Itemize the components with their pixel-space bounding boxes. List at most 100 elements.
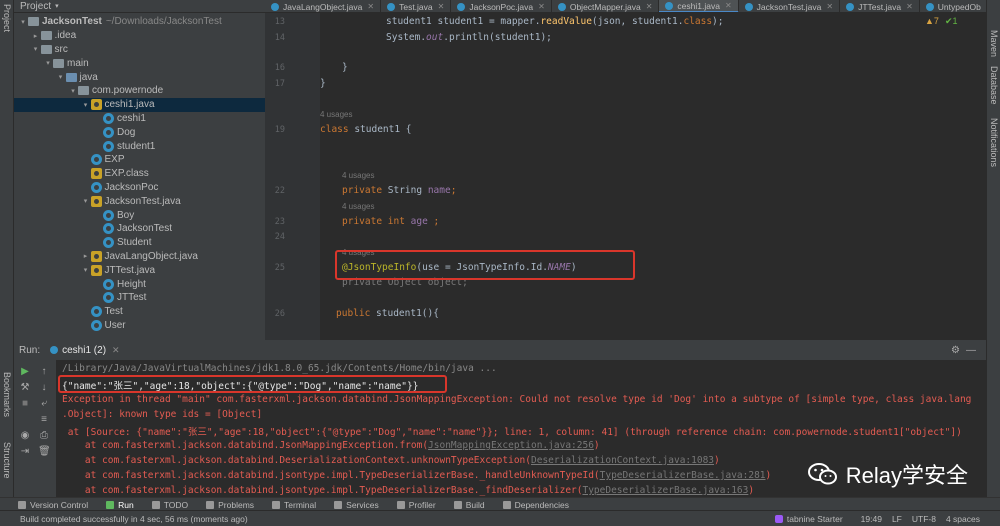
inspection-checks[interactable]: ✔1 — [945, 16, 958, 27]
inspection-warnings[interactable]: ▲7 — [925, 16, 939, 26]
close-icon[interactable]: ✕ — [112, 345, 120, 356]
tree-item[interactable]: ▾ src — [14, 43, 265, 57]
stack-trace-link[interactable]: JsonMappingException.java:256 — [428, 440, 594, 451]
expand-arrow-icon[interactable]: ▾ — [43, 59, 53, 67]
editor-tab[interactable]: ceshi1.java ✕ — [659, 0, 739, 12]
soft-wrap-icon[interactable]: ⤶ — [38, 398, 50, 410]
stack-trace-link[interactable]: DeserializationContext.java:1083 — [531, 455, 714, 466]
tree-item[interactable]: User — [14, 319, 265, 333]
tree-item[interactable]: EXP — [14, 153, 265, 167]
tree-item[interactable]: Boy — [14, 208, 265, 222]
notifications-tool-button[interactable]: Notifications — [989, 118, 999, 167]
editor-tab[interactable]: UntypedOb✕ — [920, 0, 986, 12]
tree-item[interactable]: ▾ java — [14, 70, 265, 84]
close-icon[interactable]: ✕ — [646, 2, 653, 11]
close-icon[interactable]: ✕ — [538, 2, 545, 11]
bottom-tool-tab[interactable]: Dependencies — [502, 500, 569, 510]
chevron-down-icon[interactable]: ▾ — [55, 2, 59, 10]
minimize-icon[interactable]: — — [966, 345, 976, 356]
tree-item[interactable]: student1 — [14, 139, 265, 153]
tree-item-label: JTTest — [117, 292, 147, 304]
close-icon[interactable]: ✕ — [725, 1, 732, 10]
tree-item[interactable]: Height — [14, 277, 265, 291]
expand-arrow-icon[interactable]: ▾ — [18, 18, 28, 26]
close-icon[interactable]: ✕ — [367, 2, 374, 11]
tree-item[interactable]: ▾ ceshi1.java — [14, 97, 265, 112]
editor-tab[interactable]: JacksonPoc.java ✕ — [451, 0, 552, 12]
usages-hint[interactable]: 4 usages — [342, 171, 374, 180]
line-separator[interactable]: LF — [892, 514, 902, 524]
close-icon[interactable]: ✕ — [438, 2, 445, 11]
tabnine-status[interactable]: tabnine Starter — [774, 514, 843, 524]
tree-item[interactable]: Test — [14, 305, 265, 319]
bottom-tool-tab[interactable]: Services — [334, 500, 379, 510]
class-icon — [271, 2, 279, 11]
print-icon[interactable]: ⎙ — [38, 430, 50, 442]
bottom-tool-tab[interactable]: TODO — [151, 500, 188, 510]
status-message[interactable]: Build completed successfully in 4 sec, 5… — [20, 514, 248, 524]
down-arrow-icon[interactable]: ↓ — [38, 382, 50, 394]
tree-item[interactable]: JacksonPoc — [14, 181, 265, 195]
structure-tool-button[interactable]: Structure — [2, 442, 12, 479]
tree-item[interactable]: ▾ JacksonTest ~/Downloads/JacksonTest — [14, 15, 265, 29]
stack-trace-link[interactable]: TypeDeserializerBase.java:281 — [600, 470, 766, 481]
expand-arrow-icon[interactable]: ▾ — [81, 101, 91, 109]
exit-icon[interactable]: ⇥ — [19, 446, 31, 458]
gear-icon[interactable]: ⚙ — [951, 345, 960, 356]
expand-arrow-icon[interactable]: ▾ — [81, 197, 91, 205]
tree-item[interactable]: ▸ .idea — [14, 29, 265, 43]
up-arrow-icon[interactable]: ↑ — [38, 366, 50, 378]
bottom-tool-tab[interactable]: Run — [106, 500, 134, 510]
rerun-icon[interactable]: ▶ — [19, 366, 31, 378]
bottom-tool-tab[interactable]: Terminal — [272, 500, 316, 510]
expand-arrow-icon[interactable]: ▾ — [68, 87, 78, 95]
editor-tab[interactable]: Test.java ✕ — [381, 0, 452, 12]
database-tool-button[interactable]: Database — [989, 66, 999, 105]
tree-item[interactable]: ▾ main — [14, 56, 265, 70]
editor-tab[interactable]: JavaLangObject.java ✕ — [265, 0, 382, 12]
camera-icon[interactable]: ◉ — [19, 430, 31, 442]
maven-tool-button[interactable]: Maven — [989, 30, 999, 57]
close-icon[interactable]: ✕ — [826, 2, 833, 11]
file-encoding[interactable]: UTF-8 — [912, 514, 936, 524]
editor-tab[interactable]: ObjectMapper.java ✕ — [552, 0, 660, 12]
tree-item[interactable]: Dog — [14, 125, 265, 139]
expand-arrow-icon[interactable]: ▸ — [81, 252, 91, 260]
editor-tab[interactable]: JTTest.java ✕ — [840, 0, 920, 12]
usages-hint[interactable]: 4 usages — [342, 202, 374, 211]
tree-item[interactable]: EXP.class — [14, 167, 265, 181]
tree-item[interactable]: Student — [14, 236, 265, 250]
code-editor[interactable] — [320, 13, 986, 340]
tree-item[interactable]: ceshi1 — [14, 112, 265, 126]
tree-item[interactable]: ▸ JavaLangObject.java — [14, 250, 265, 264]
bottom-tool-tab[interactable]: Version Control — [18, 500, 88, 510]
bookmarks-tool-button[interactable]: Bookmarks — [2, 372, 12, 417]
close-icon[interactable]: ✕ — [906, 2, 913, 11]
expand-arrow-icon[interactable]: ▾ — [81, 266, 91, 274]
bottom-tool-tab-label: Services — [346, 499, 379, 510]
usages-hint[interactable]: 4 usages — [320, 110, 352, 119]
wechat-logo-icon — [807, 462, 838, 486]
trash-icon[interactable]: 🗑 — [38, 446, 51, 458]
stack-trace-link[interactable]: TypeDeserializerBase.java:163 — [582, 485, 748, 496]
expand-arrow-icon[interactable]: ▾ — [56, 73, 66, 81]
indent-setting[interactable]: 4 spaces — [946, 514, 980, 524]
project-view-dropdown[interactable]: Project — [20, 1, 51, 12]
stop-icon[interactable]: ■ — [19, 398, 31, 410]
tree-item[interactable]: ▾ com.powernode — [14, 84, 265, 98]
scroll-to-end-icon[interactable]: ≡ — [38, 414, 50, 426]
expand-arrow-icon[interactable]: ▾ — [31, 45, 41, 53]
bottom-tool-tab[interactable]: Profiler — [396, 500, 436, 510]
run-tab[interactable]: ceshi1 (2) ✕ — [50, 345, 120, 356]
tree-item[interactable]: JacksonTest — [14, 222, 265, 236]
bottom-tool-tab[interactable]: Build — [453, 500, 485, 510]
wrench-icon[interactable]: ⚒ — [19, 382, 31, 394]
editor-tab[interactable]: JacksonTest.java ✕ — [739, 0, 841, 12]
tree-item[interactable]: ▾ JTTest.java — [14, 263, 265, 277]
bottom-tool-tab[interactable]: Problems — [206, 500, 254, 510]
tree-item[interactable]: ▾ JacksonTest.java — [14, 194, 265, 208]
expand-arrow-icon[interactable]: ▸ — [31, 32, 41, 40]
caret-position[interactable]: 19:49 — [861, 514, 882, 524]
project-tool-button[interactable]: Project — [2, 4, 12, 32]
tree-item[interactable]: JTTest — [14, 291, 265, 305]
